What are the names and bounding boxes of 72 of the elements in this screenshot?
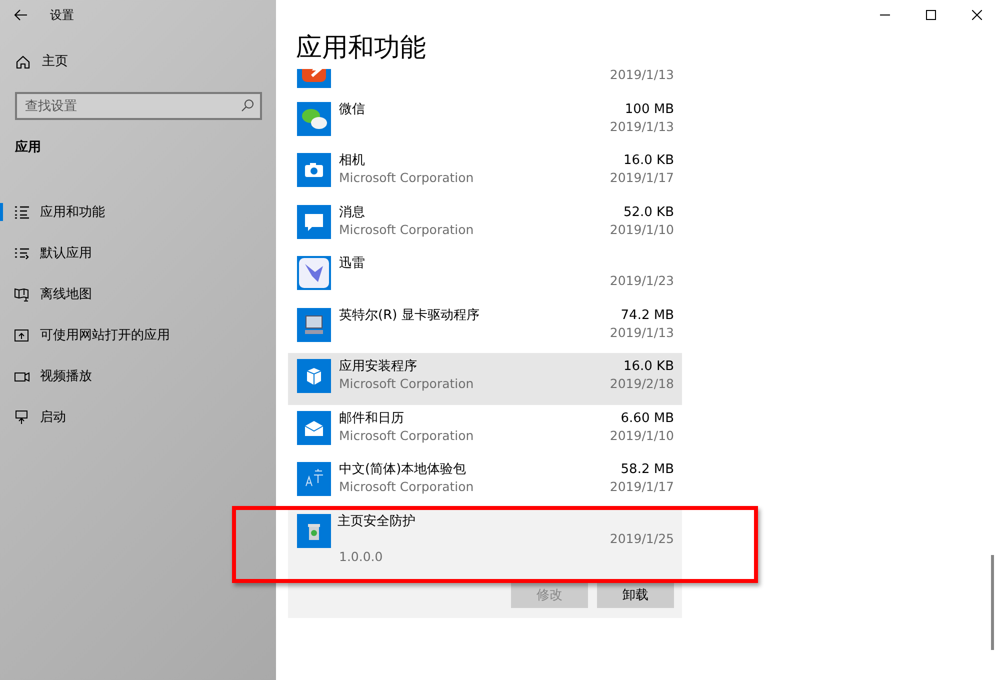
- app-name: 中文(简体)本地体验包: [339, 461, 468, 478]
- app-date: 2019/1/13: [610, 118, 674, 134]
- nav-item[interactable]: 应用和功能: [0, 192, 276, 233]
- app-date: 2019/1/17: [610, 478, 674, 495]
- app-size: 6.60 MB: [620, 410, 674, 426]
- nav-item[interactable]: 可使用网站打开的应用: [0, 315, 276, 356]
- app-name: 主页安全防护: [338, 512, 416, 530]
- list-icon: [14, 205, 30, 220]
- map-icon: [14, 287, 30, 302]
- app-date: 2019/1/25: [610, 530, 674, 546]
- app-name: 消息: [339, 204, 366, 220]
- app-size: 58.2 MB: [620, 461, 674, 478]
- app-size: 100 MB: [624, 100, 674, 118]
- maximize-icon[interactable]: [926, 10, 936, 20]
- speech-bubble-icon: [297, 204, 331, 238]
- uninstall-button[interactable]: 卸载: [597, 582, 674, 608]
- app-row[interactable]: 相机 Microsoft Corporation 16.0 KB 2019/1/17: [288, 147, 682, 198]
- list-arrow-icon: [14, 246, 30, 261]
- nav-item[interactable]: 视频播放: [0, 356, 276, 397]
- app-row[interactable]: 英特尔(R) 显卡驱动程序 74.2 MB 2019/1/13: [288, 302, 682, 353]
- app-name: 微信: [339, 100, 366, 118]
- home-icon: [16, 55, 30, 69]
- app-size: 74.2 MB: [620, 306, 674, 324]
- app-size: 16.0 KB: [623, 152, 674, 169]
- package-icon: [297, 359, 331, 393]
- close-icon[interactable]: [972, 10, 982, 20]
- app-publisher: Microsoft Corporation: [339, 169, 475, 186]
- app-name: 英特尔(R) 显卡驱动程序: [339, 306, 480, 324]
- app-row[interactable]: 2019/1/13: [288, 69, 682, 96]
- back-arrow-icon[interactable]: [14, 9, 28, 21]
- app-size: 16.0 KB: [623, 358, 674, 375]
- pin-icon: [14, 410, 30, 425]
- home-link[interactable]: 主页: [42, 52, 68, 72]
- app-date: 2019/1/17: [610, 169, 674, 186]
- app-date: 2019/1/23: [610, 272, 674, 289]
- trash-can-icon: [297, 514, 331, 548]
- nav-item[interactable]: 离线地图: [0, 274, 276, 315]
- app-row[interactable]: 邮件和日历 Microsoft Corporation 6.60 MB 2019/1/10: [288, 404, 682, 456]
- language-icon: [297, 462, 331, 496]
- app-row[interactable]: 应用安装程序 Microsoft Corporation 16.0 KB 2019/2/18: [288, 353, 682, 404]
- app-version: 1.0.0.0: [339, 548, 384, 566]
- app-publisher: Microsoft Corporation: [339, 375, 475, 392]
- app-name: 应用安装程序: [339, 358, 418, 375]
- search-field[interactable]: 查找设置: [15, 92, 262, 120]
- section-heading: 应用: [14, 138, 42, 157]
- app-name: 邮件和日历: [339, 410, 405, 426]
- app-name: 迅雷: [339, 255, 366, 272]
- app-row[interactable]: 微信 100 MB 2019/1/13: [288, 96, 682, 147]
- app-date: 2019/1/10: [610, 220, 674, 238]
- nav-item[interactable]: 默认应用: [0, 233, 276, 274]
- app-size: 52.0 KB: [623, 204, 674, 220]
- monitor-icon: [297, 308, 331, 342]
- app-publisher: Microsoft Corporation: [339, 220, 475, 238]
- app-row[interactable]: 中文(简体)本地体验包 Microsoft Corporation 58.2 MB 2019/1/17: [288, 456, 682, 508]
- envelope-icon: [297, 410, 331, 444]
- window-title: 设置: [50, 7, 74, 24]
- search-icon[interactable]: [241, 99, 254, 112]
- app-publisher: Microsoft Corporation: [339, 478, 475, 495]
- page-title: 应用和功能: [295, 35, 427, 61]
- scrollbar[interactable]: [991, 555, 994, 650]
- app-row[interactable]: 迅雷 2019/1/23: [288, 250, 682, 302]
- chat-bubbles-icon: [297, 102, 331, 136]
- app-name: 相机: [339, 152, 366, 169]
- app-row[interactable]: 消息 Microsoft Corporation 52.0 KB 2019/1/10: [288, 198, 682, 250]
- app-date: 2019/1/10: [610, 426, 674, 444]
- camera-icon: [297, 153, 331, 187]
- app-publisher: Microsoft Corporation: [339, 426, 475, 444]
- app-date: 2019/2/18: [610, 375, 674, 392]
- app-date: 2019/1/13: [610, 324, 674, 340]
- app-date: 2019/1/13: [610, 69, 674, 83]
- bird-icon: [297, 256, 331, 290]
- nav-item[interactable]: 启动: [0, 397, 276, 438]
